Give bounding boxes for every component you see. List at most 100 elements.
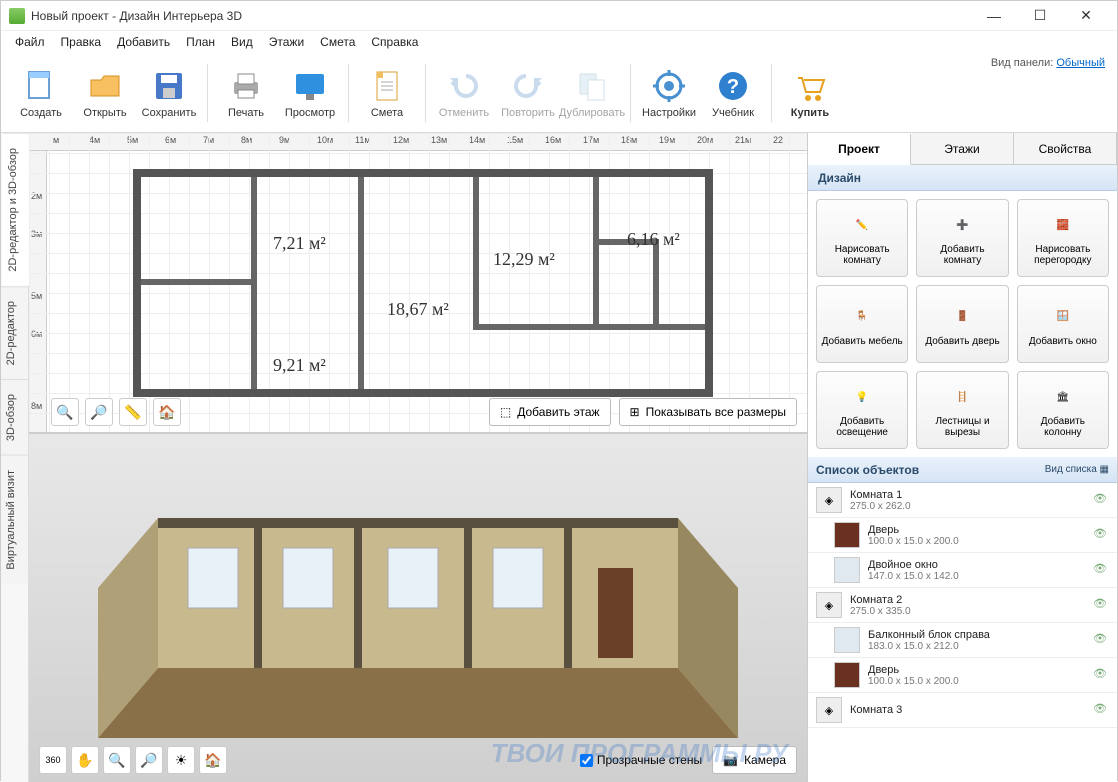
column-icon: 🏛 (1048, 382, 1078, 412)
room-icon: ◈ (816, 697, 842, 723)
create-button[interactable]: Создать (9, 58, 73, 128)
draw-room-button[interactable]: ✏️Нарисовать комнату (816, 199, 908, 277)
home-3d-icon[interactable]: 🏠 (199, 746, 227, 774)
maximize-button[interactable]: ☐ (1017, 1, 1063, 31)
settings-button[interactable]: Настройки (637, 58, 701, 128)
door-icon (834, 522, 860, 548)
eye-icon[interactable]: 👁 (1093, 527, 1109, 543)
add-column-button[interactable]: 🏛Добавить колонну (1017, 371, 1109, 449)
add-floor-icon: ⬚ (500, 405, 511, 419)
menu-help[interactable]: Справка (363, 33, 426, 51)
render-3d (98, 468, 738, 748)
list-item[interactable]: ◈Комната 1275.0 x 262.0👁 (808, 483, 1117, 518)
menu-add[interactable]: Добавить (109, 33, 178, 51)
floorplan[interactable]: 7,21 м² 18,67 м² 12,29 м² 6,16 м² 9,21 м… (133, 169, 713, 397)
eye-icon[interactable]: 👁 (1093, 562, 1109, 578)
list-item[interactable]: Дверь100.0 x 15.0 x 200.0👁 (808, 658, 1117, 693)
menu-estimate[interactable]: Смета (312, 33, 363, 51)
print-button[interactable]: Печать (214, 58, 278, 128)
brightness-icon[interactable]: ☀ (167, 746, 195, 774)
zoom-in-3d-icon[interactable]: 🔎 (135, 746, 163, 774)
view-3d[interactable]: 360 ✋ 🔍 🔎 ☀ 🏠 Прозрачные стены 📷Камера (29, 433, 807, 782)
save-button[interactable]: Сохранить (137, 58, 201, 128)
svg-text:?: ? (727, 76, 739, 98)
light-icon: 💡 (847, 382, 877, 412)
zoom-out-3d-icon[interactable]: 🔍 (103, 746, 131, 774)
list-item[interactable]: Дверь100.0 x 15.0 x 200.0👁 (808, 518, 1117, 553)
list-item[interactable]: ◈Комната 3👁 (808, 693, 1117, 728)
plan-toolbar: 🔍 🔎 📏 🏠 (51, 398, 181, 426)
right-tabs: Проект Этажи Свойства (808, 133, 1117, 165)
close-button[interactable]: ✕ (1063, 1, 1109, 31)
object-list[interactable]: ◈Комната 1275.0 x 262.0👁 Дверь100.0 x 15… (808, 483, 1117, 782)
window-controls: — ☐ ✕ (971, 1, 1109, 31)
eye-icon[interactable]: 👁 (1093, 702, 1109, 718)
vtab-3d[interactable]: 3D-обзор (1, 379, 28, 455)
menu-file[interactable]: Файл (7, 33, 53, 51)
zoom-in-icon[interactable]: 🔎 (85, 398, 113, 426)
add-door-button[interactable]: 🚪Добавить дверь (916, 285, 1008, 363)
menu-edit[interactable]: Правка (53, 33, 110, 51)
tab-project[interactable]: Проект (808, 134, 911, 165)
vtab-2d[interactable]: 2D-редактор (1, 286, 28, 379)
menu-plan[interactable]: План (178, 33, 223, 51)
toolbar: Вид панели: Обычный Создать Открыть Сохр… (1, 53, 1117, 133)
room-area-4: 6,16 м² (627, 229, 680, 250)
ruler-icon[interactable]: 📏 (119, 398, 147, 426)
window-icon (834, 627, 860, 653)
list-item[interactable]: Двойное окно147.0 x 15.0 x 142.0👁 (808, 553, 1117, 588)
window-title: Новый проект - Дизайн Интерьера 3D (31, 9, 971, 23)
room-icon: ◈ (816, 487, 842, 513)
window-icon: 🪟 (1048, 302, 1078, 332)
tutorial-button[interactable]: ?Учебник (701, 58, 765, 128)
door-icon: 🚪 (947, 302, 977, 332)
pan-icon[interactable]: ✋ (71, 746, 99, 774)
list-item[interactable]: Балконный блок справа183.0 x 15.0 x 212.… (808, 623, 1117, 658)
tab-properties[interactable]: Свойства (1014, 133, 1117, 164)
panel-mode-link[interactable]: Обычный (1056, 57, 1105, 69)
camera-icon: 📷 (723, 753, 738, 767)
plan-actions: ⬚Добавить этаж ⊞Показывать все размеры (489, 398, 797, 426)
estimate-button[interactable]: Смета (355, 58, 419, 128)
eye-icon[interactable]: 👁 (1093, 632, 1109, 648)
workspace: 2D-редактор и 3D-обзор 2D-редактор 3D-об… (1, 133, 1117, 782)
stairs-button[interactable]: 🪜Лестницы и вырезы (916, 371, 1008, 449)
stairs-icon: 🪜 (947, 382, 977, 412)
menu-floors[interactable]: Этажи (261, 33, 312, 51)
eye-icon[interactable]: 👁 (1093, 667, 1109, 683)
home-icon[interactable]: 🏠 (153, 398, 181, 426)
vtab-2d-3d[interactable]: 2D-редактор и 3D-обзор (2, 133, 29, 286)
vtab-virtual[interactable]: Виртуальный визит (1, 455, 28, 584)
show-sizes-button[interactable]: ⊞Показывать все размеры (619, 398, 797, 426)
add-light-button[interactable]: 💡Добавить освещение (816, 371, 908, 449)
eye-icon[interactable]: 👁 (1093, 597, 1109, 613)
transparent-walls-checkbox[interactable]: Прозрачные стены (580, 753, 702, 767)
add-furniture-button[interactable]: 🪑Добавить мебель (816, 285, 908, 363)
add-room-button[interactable]: ➕Добавить комнату (916, 199, 1008, 277)
add-room-icon: ➕ (947, 210, 977, 240)
open-button[interactable]: Открыть (73, 58, 137, 128)
redo-button[interactable]: Повторить (496, 58, 560, 128)
room-area-1: 7,21 м² (273, 233, 326, 254)
rotate-360-icon[interactable]: 360 (39, 746, 67, 774)
buy-button[interactable]: Купить (778, 58, 842, 128)
list-item[interactable]: ◈Комната 2275.0 x 335.0👁 (808, 588, 1117, 623)
add-window-button[interactable]: 🪟Добавить окно (1017, 285, 1109, 363)
panel-mode: Вид панели: Обычный (991, 57, 1105, 69)
draw-partition-button[interactable]: 🧱Нарисовать перегородку (1017, 199, 1109, 277)
add-floor-button[interactable]: ⬚Добавить этаж (489, 398, 611, 426)
menu-view[interactable]: Вид (223, 33, 261, 51)
minimize-button[interactable]: — (971, 1, 1017, 31)
plan-2d-view[interactable]: м4м5м6м7м8м9м10м11м12м13м14м15м16м17м18м… (29, 133, 807, 433)
zoom-out-icon[interactable]: 🔍 (51, 398, 79, 426)
duplicate-button[interactable]: Дублировать (560, 58, 624, 128)
design-grid: ✏️Нарисовать комнату ➕Добавить комнату 🧱… (808, 191, 1117, 457)
vertical-tabs: 2D-редактор и 3D-обзор 2D-редактор 3D-об… (1, 133, 29, 782)
tab-floors[interactable]: Этажи (911, 133, 1014, 164)
preview-button[interactable]: Просмотр (278, 58, 342, 128)
undo-button[interactable]: Отменить (432, 58, 496, 128)
objects-section-header: Список объектов Вид списка ▦ (808, 457, 1117, 483)
view-mode-link[interactable]: Вид списка ▦ (1045, 464, 1109, 475)
eye-icon[interactable]: 👁 (1093, 492, 1109, 508)
camera-button[interactable]: 📷Камера (712, 746, 797, 774)
